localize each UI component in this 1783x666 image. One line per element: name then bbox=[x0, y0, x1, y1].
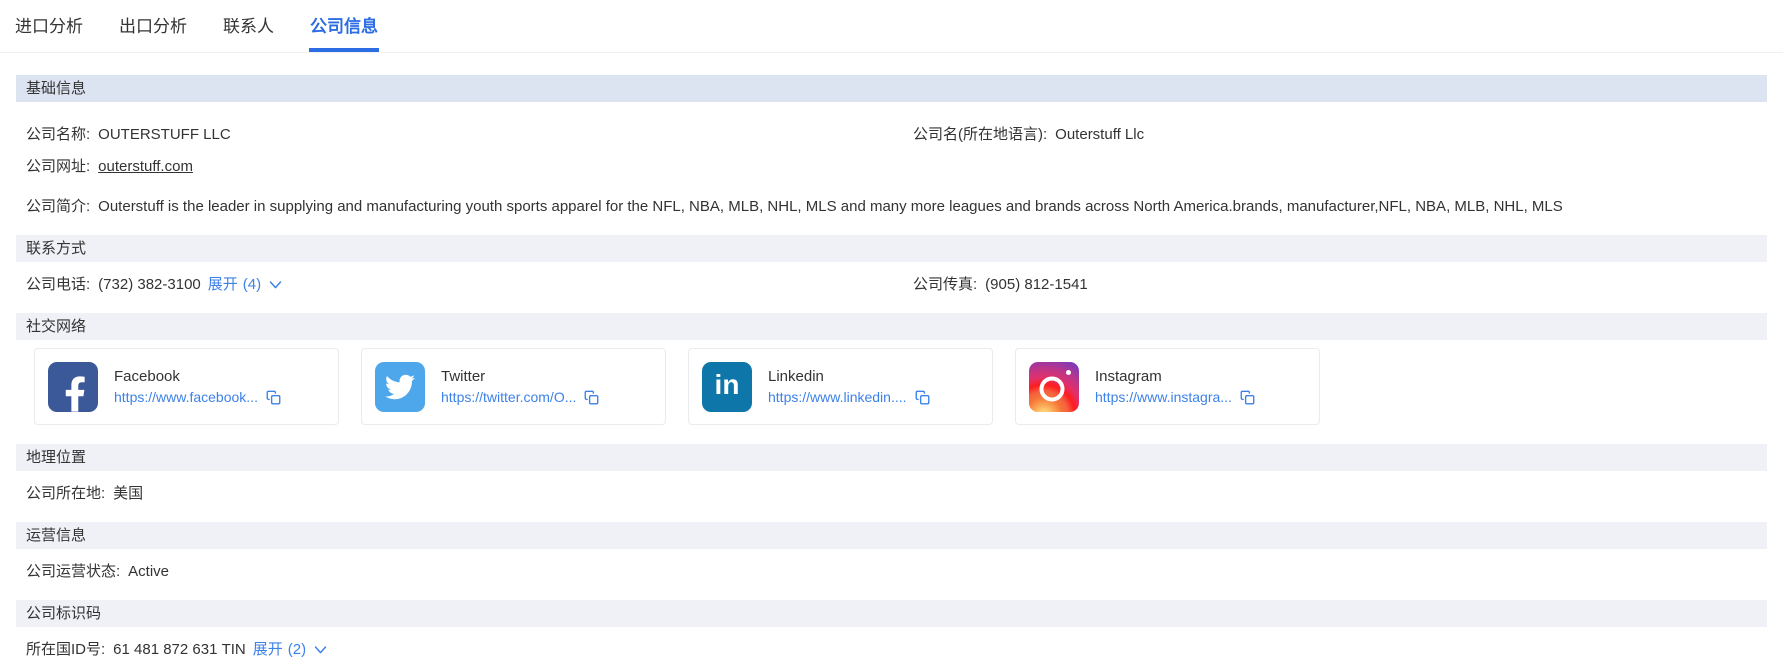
company-name-label: 公司名称: bbox=[26, 126, 90, 143]
social-card-text: Twitter https://twitter.com/O... bbox=[441, 368, 599, 405]
fax-label: 公司传真: bbox=[913, 276, 977, 293]
phone-expand-link[interactable]: 展开(4) bbox=[208, 275, 284, 294]
section-header-basic-info: 基础信息 bbox=[16, 75, 1767, 102]
company-intro-label: 公司简介: bbox=[26, 198, 90, 215]
company-local-name-label: 公司名(所在地语言): bbox=[913, 126, 1047, 143]
social-card-instagram[interactable]: Instagram https://www.instagra... bbox=[1015, 348, 1320, 425]
phone-expand-count: (4) bbox=[243, 275, 261, 294]
facebook-icon bbox=[48, 362, 98, 412]
section-header-operation: 运营信息 bbox=[16, 522, 1767, 549]
tab-contacts[interactable]: 联系人 bbox=[222, 0, 275, 52]
tab-export-analysis[interactable]: 出口分析 bbox=[118, 0, 188, 52]
website-link[interactable]: outerstuff.com bbox=[98, 158, 193, 175]
row-company-intro: 公司简介: Outerstuff is the leader in supplyi… bbox=[16, 197, 1767, 216]
social-url-link[interactable]: https://twitter.com/O... bbox=[441, 389, 576, 405]
company-info-content: 基础信息 公司名称: OUTERSTUFF LLC 公司名(所在地语言): Oute… bbox=[0, 75, 1783, 659]
social-card-twitter[interactable]: Twitter https://twitter.com/O... bbox=[361, 348, 666, 425]
social-url-link[interactable]: https://www.facebook... bbox=[114, 389, 258, 405]
operation-status-label: 公司运营状态: bbox=[26, 563, 120, 580]
row-phone-fax: 公司电话: (732) 382-3100 展开(4) 公司传真: (905) 812-… bbox=[16, 275, 1767, 294]
field-company-local-name: 公司名(所在地语言): Outerstuff Llc bbox=[913, 125, 1144, 144]
tab-company-info[interactable]: 公司信息 bbox=[309, 0, 379, 52]
section-header-identifiers: 公司标识码 bbox=[16, 600, 1767, 627]
social-name: Instagram bbox=[1095, 368, 1255, 385]
operation-status-value: Active bbox=[128, 563, 169, 580]
social-card-facebook[interactable]: Facebook https://www.facebook... bbox=[34, 348, 339, 425]
social-name: Facebook bbox=[114, 368, 281, 385]
copy-icon[interactable] bbox=[584, 390, 599, 405]
row-website: 公司网址: outerstuff.com bbox=[16, 157, 1767, 176]
social-card-text: Facebook https://www.facebook... bbox=[114, 368, 281, 405]
chevron-down-icon bbox=[267, 277, 284, 292]
row-country-id: 所在国ID号: 61 481 872 631 TIN 展开(2) bbox=[16, 640, 1767, 659]
country-id-value: 61 481 872 631 TIN bbox=[113, 641, 246, 658]
section-header-location: 地理位置 bbox=[16, 444, 1767, 471]
field-company-fax: 公司传真: (905) 812-1541 bbox=[913, 275, 1088, 294]
country-id-label: 所在国ID号: bbox=[26, 641, 105, 658]
social-url-link[interactable]: https://www.instagra... bbox=[1095, 389, 1232, 405]
website-label: 公司网址: bbox=[26, 158, 90, 175]
company-local-name-value: Outerstuff Llc bbox=[1055, 126, 1144, 143]
location-value: 美国 bbox=[113, 485, 143, 502]
copy-icon[interactable] bbox=[915, 390, 930, 405]
row-operation-status: 公司运营状态: Active bbox=[16, 562, 1767, 581]
company-intro-value: Outerstuff is the leader in supplying an… bbox=[98, 198, 1563, 215]
field-company-name: 公司名称: OUTERSTUFF LLC bbox=[26, 125, 913, 144]
field-company-phone: 公司电话: (732) 382-3100 展开(4) bbox=[26, 275, 913, 294]
section-header-social: 社交网络 bbox=[16, 313, 1767, 340]
country-id-expand-link[interactable]: 展开(2) bbox=[253, 640, 329, 659]
fax-value: (905) 812-1541 bbox=[985, 276, 1088, 293]
section-header-contact: 联系方式 bbox=[16, 235, 1767, 262]
company-info-page: 进口分析 出口分析 联系人 公司信息 基础信息 公司名称: OUTERSTUFF … bbox=[0, 0, 1783, 659]
chevron-down-icon bbox=[312, 642, 329, 657]
social-card-list: Facebook https://www.facebook... Twitter… bbox=[34, 348, 1767, 425]
linkedin-icon: in bbox=[702, 362, 752, 412]
country-id-expand-count: (2) bbox=[288, 640, 306, 659]
company-name-value: OUTERSTUFF LLC bbox=[98, 126, 231, 143]
tab-bar: 进口分析 出口分析 联系人 公司信息 bbox=[0, 0, 1783, 53]
copy-icon[interactable] bbox=[1240, 390, 1255, 405]
row-location: 公司所在地: 美国 bbox=[16, 484, 1767, 503]
twitter-icon bbox=[375, 362, 425, 412]
location-label: 公司所在地: bbox=[26, 485, 105, 502]
copy-icon[interactable] bbox=[266, 390, 281, 405]
social-card-text: Linkedin https://www.linkedin.... bbox=[768, 368, 930, 405]
social-name: Twitter bbox=[441, 368, 599, 385]
row-company-names: 公司名称: OUTERSTUFF LLC 公司名(所在地语言): Outerstuf… bbox=[16, 125, 1767, 144]
phone-value: (732) 382-3100 bbox=[98, 276, 201, 293]
tab-import-analysis[interactable]: 进口分析 bbox=[14, 0, 84, 52]
social-card-text: Instagram https://www.instagra... bbox=[1095, 368, 1255, 405]
social-card-linkedin[interactable]: in Linkedin https://www.linkedin.... bbox=[688, 348, 993, 425]
social-url-link[interactable]: https://www.linkedin.... bbox=[768, 389, 907, 405]
social-name: Linkedin bbox=[768, 368, 930, 385]
phone-label: 公司电话: bbox=[26, 276, 90, 293]
instagram-icon bbox=[1029, 362, 1079, 412]
